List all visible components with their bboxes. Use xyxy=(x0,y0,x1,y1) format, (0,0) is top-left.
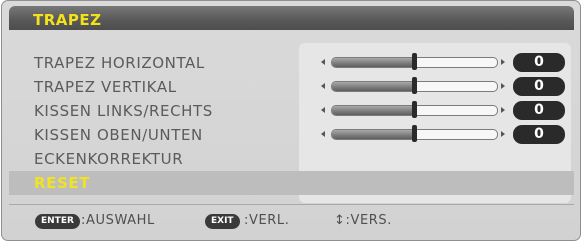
triangle-right-icon[interactable] xyxy=(501,131,505,137)
slider-thumb[interactable] xyxy=(411,53,417,70)
value-display: 0 xyxy=(513,125,565,144)
menu-item-kissen-links-rechts[interactable]: KISSEN LINKS/RECHTS 0 xyxy=(9,99,574,123)
nav-hint: ↕:VERS. xyxy=(334,213,392,228)
slider-thumb[interactable] xyxy=(411,77,417,94)
exit-key-badge: EXIT xyxy=(205,214,240,229)
enter-hint: :AUSWAHL xyxy=(81,213,155,228)
footer-divider xyxy=(9,204,574,205)
slider-thumb[interactable] xyxy=(411,125,417,142)
triangle-left-icon[interactable] xyxy=(321,83,325,89)
menu-item-label: ECKENKORREKTUR xyxy=(34,150,184,168)
menu-title-bar: TRAPEZ xyxy=(9,6,574,30)
menu-item-label: KISSEN OBEN/UNTEN xyxy=(34,126,203,144)
value-display: 0 xyxy=(513,77,565,96)
footer-hints: ENTER :AUSWAHL EXIT :VERL. ↕:VERS. xyxy=(9,212,574,232)
menu-item-eckenkorrektur[interactable]: ECKENKORREKTUR xyxy=(9,147,574,171)
slider-fill xyxy=(332,82,415,91)
enter-key-badge: ENTER xyxy=(35,214,80,229)
triangle-right-icon[interactable] xyxy=(501,83,505,89)
menu-item-trapez-vertikal[interactable]: TRAPEZ VERTIKAL 0 xyxy=(9,75,574,99)
menu-item-reset[interactable]: RESET xyxy=(9,171,574,195)
menu-item-label: KISSEN LINKS/RECHTS xyxy=(34,102,213,120)
trapez-horizontal-slider[interactable]: 0 xyxy=(321,51,566,75)
triangle-right-icon[interactable] xyxy=(501,59,505,65)
value-display: 0 xyxy=(513,101,565,120)
slider-fill xyxy=(332,130,415,139)
triangle-left-icon[interactable] xyxy=(321,131,325,137)
menu-item-label: TRAPEZ HORIZONTAL xyxy=(34,54,205,72)
triangle-left-icon[interactable] xyxy=(321,107,325,113)
kissen-oben-unten-slider[interactable]: 0 xyxy=(321,123,566,147)
menu-title: TRAPEZ xyxy=(33,11,102,29)
menu-item-kissen-oben-unten[interactable]: KISSEN OBEN/UNTEN 0 xyxy=(9,123,574,147)
slider-fill xyxy=(332,58,415,67)
triangle-left-icon[interactable] xyxy=(321,59,325,65)
menu-item-label: RESET xyxy=(34,174,91,192)
triangle-right-icon[interactable] xyxy=(501,107,505,113)
menu-item-label: TRAPEZ VERTIKAL xyxy=(34,78,177,96)
menu-window: TRAPEZ TRAPEZ HORIZONTAL 0 TRAPEZ VERTIK… xyxy=(1,0,581,241)
slider-thumb[interactable] xyxy=(411,101,417,118)
slider-fill xyxy=(332,106,415,115)
exit-hint: :VERL. xyxy=(244,213,290,228)
value-display: 0 xyxy=(513,53,565,72)
kissen-links-rechts-slider[interactable]: 0 xyxy=(321,99,566,123)
menu-item-trapez-horizontal[interactable]: TRAPEZ HORIZONTAL 0 xyxy=(9,51,574,75)
trapez-vertikal-slider[interactable]: 0 xyxy=(321,75,566,99)
